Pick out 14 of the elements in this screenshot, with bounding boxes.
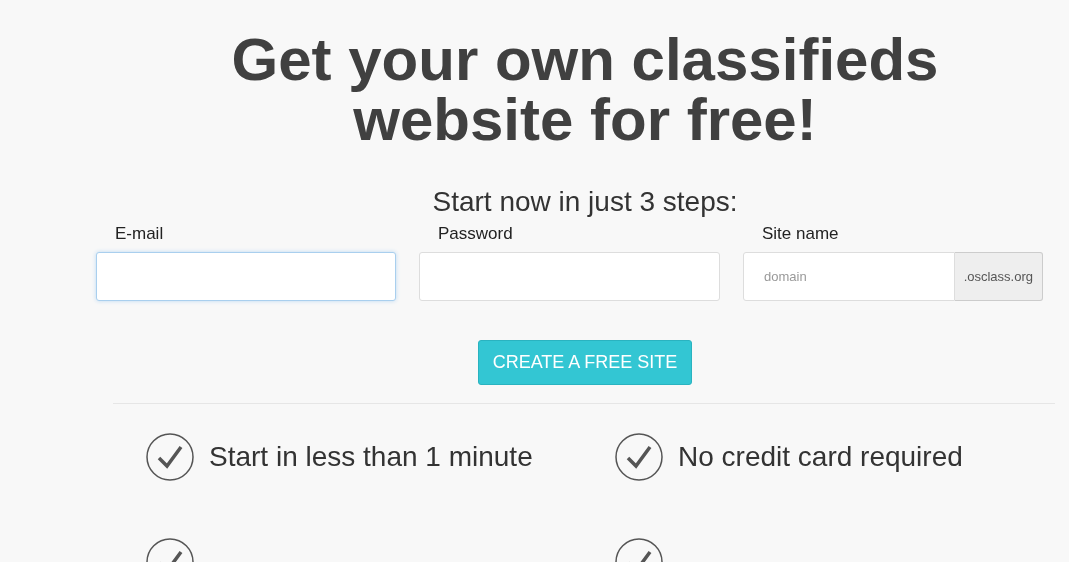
input-field[interactable] <box>419 252 720 301</box>
checkmark-icon <box>146 433 194 481</box>
feature-text: Start in less than 1 minute <box>209 441 533 473</box>
field-label: Password <box>437 224 514 245</box>
create-site-button[interactable]: CREATE A FREE SITE <box>477 340 693 385</box>
domain-suffix: .osclass.org <box>954 252 1043 301</box>
checkmark-icon <box>615 433 663 481</box>
steps-subheading: Start now in just 3 steps: <box>431 185 739 218</box>
site-name-field[interactable]: domain <box>743 252 955 301</box>
field-label: E-mail <box>114 224 165 245</box>
feature-text: No credit card required <box>678 441 963 473</box>
input-field[interactable] <box>96 252 396 301</box>
page-heading: Get your own classifieds website for free! <box>230 25 940 150</box>
field-label: Site name <box>761 224 840 245</box>
